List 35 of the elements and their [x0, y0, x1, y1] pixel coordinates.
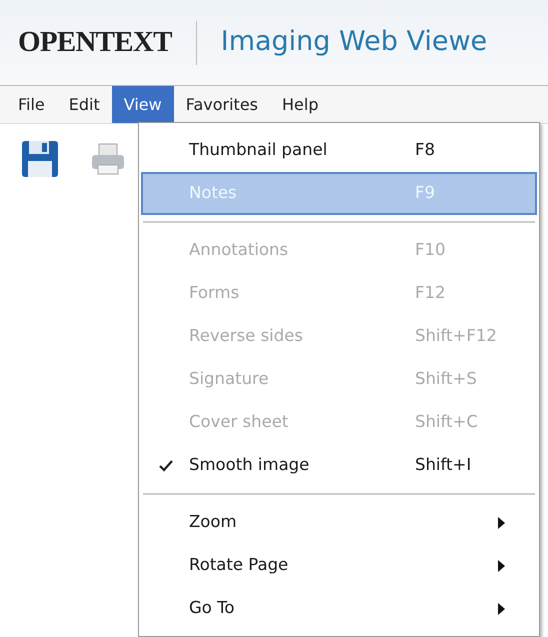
menu-label: Signature — [189, 368, 270, 390]
menu-label: Reverse sides — [189, 325, 304, 348]
menu-entry[interactable]: Rotate Page — [141, 544, 537, 587]
menu-entry[interactable]: Go To — [141, 587, 537, 630]
menu-item[interactable]: Edit — [56, 86, 112, 123]
menu-label: Zoom — [189, 511, 238, 534]
menu-label: Rotate Page — [189, 554, 290, 576]
submenu-arrow-icon — [498, 516, 505, 528]
shortcut-text: F8 — [415, 139, 436, 162]
menu-label: Smooth image — [189, 454, 310, 476]
submenu-arrow-icon — [498, 602, 505, 614]
shortcut-text: Shift+I — [415, 454, 472, 476]
menu-label: Thumbnail panel — [189, 139, 328, 162]
menu-item[interactable]: Favorites — [174, 86, 270, 123]
shortcut-text: Shift+F12 — [415, 325, 498, 348]
menu-label: Notes — [189, 182, 238, 204]
shortcut-text: F12 — [415, 282, 446, 304]
shortcut-text: F9 — [415, 182, 436, 204]
shortcut-text: Shift+S — [415, 368, 478, 390]
menu-label: Go To — [189, 597, 236, 620]
app-title: Imaging Web Viewe — [220, 25, 488, 60]
save-icon[interactable] — [20, 138, 60, 178]
menu-entry[interactable]: Zoom — [141, 501, 537, 544]
menu-label: Annotations — [189, 239, 290, 262]
menu-label: Forms — [189, 282, 240, 304]
logo-text: OPENTEXT — [18, 24, 172, 60]
menu-label: Cover sheet — [189, 411, 290, 434]
menu-item[interactable]: File — [6, 86, 57, 123]
menu-entry[interactable]: Smooth image Shift+I — [141, 444, 537, 487]
submenu-arrow-icon — [498, 560, 505, 572]
menu-item[interactable]: View — [112, 86, 174, 123]
shortcut-text: Shift+C — [415, 411, 479, 434]
shortcut-text: F10 — [415, 239, 446, 262]
menu-item[interactable]: Help — [270, 86, 330, 123]
menu-entry[interactable]: Thumbnail panel F8 — [141, 129, 537, 172]
